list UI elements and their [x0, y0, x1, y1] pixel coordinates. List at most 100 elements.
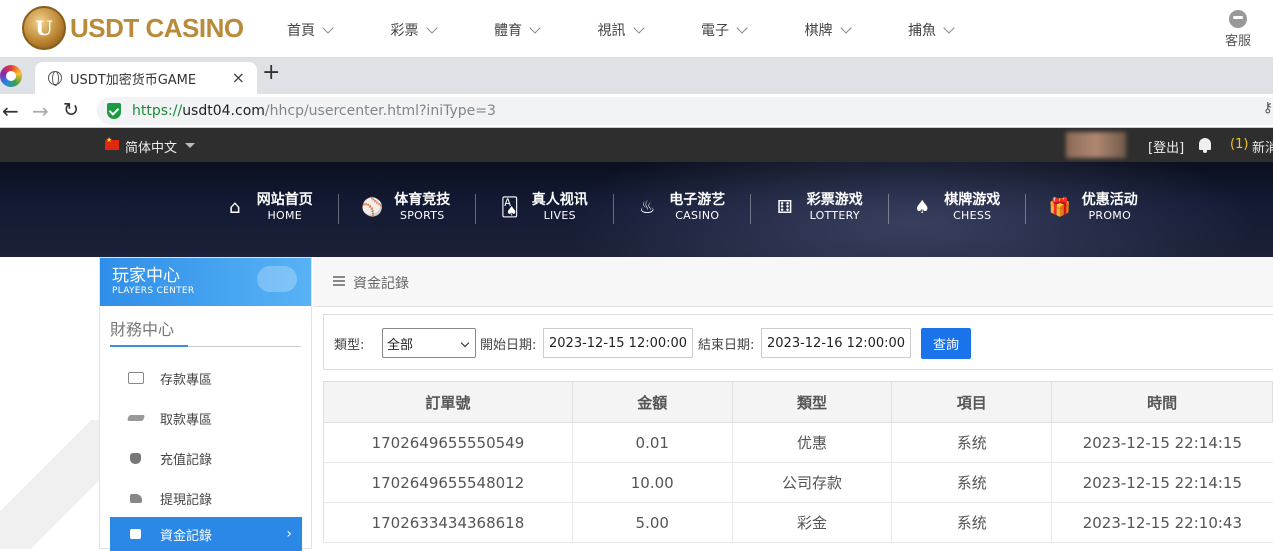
globe-icon: [48, 71, 62, 86]
slot-icon: ♨: [639, 197, 656, 218]
chat-bubble-icon: [1229, 10, 1247, 28]
player-sidebar: 玩家中心 PLAYERS CENTER 財務中心 存款專區 取款專區 充值記錄 …: [99, 257, 312, 551]
category-home[interactable]: ⌂ 网站首页 HOME: [200, 192, 338, 223]
sidebar-item-deposit[interactable]: 存款專區: [110, 361, 302, 395]
category-hero: ⌂ 网站首页 HOME ⚾ 体育竞技 SPORTS 🂡 真人视讯 LIVES ♨ 电子…: [0, 162, 1273, 257]
home-icon: ⌂: [229, 197, 241, 218]
card-icon: [128, 372, 144, 384]
lottery-balls-icon: ⚅: [776, 197, 793, 218]
bell-icon[interactable]: [1199, 138, 1211, 153]
menu-item-home[interactable]: 首頁: [287, 20, 391, 40]
sidebar-header: 玩家中心 PLAYERS CENTER: [100, 258, 311, 306]
username-blurred: [1066, 132, 1126, 158]
china-flag-icon: [105, 136, 119, 150]
gamepad-icon: [257, 266, 297, 292]
type-select[interactable]: 全部: [382, 328, 476, 358]
chevron-right-icon: ›: [286, 526, 292, 542]
forward-arrow-icon[interactable]: →: [32, 99, 49, 123]
menu-item-fishing[interactable]: 捕魚: [908, 20, 1012, 40]
order-number: 1702633434368618: [323, 502, 573, 543]
language-selector[interactable]: 简体中文: [125, 137, 177, 156]
record-time: 2023-12-15 22:14:15: [1051, 462, 1273, 503]
sidebar-item-fund-records[interactable]: 資金記錄 ›: [110, 517, 302, 551]
record-type: 彩金: [731, 502, 892, 543]
chevron-down-icon: [460, 338, 470, 348]
chevron-down-icon: [736, 22, 748, 34]
tab-title: USDT加密货币GAME: [70, 72, 197, 88]
chevron-down-icon: [632, 22, 645, 34]
menu-item-lottery[interactable]: 彩票: [391, 20, 495, 40]
col-type: 類型: [731, 381, 893, 423]
new-message-link[interactable]: 新消息: [1252, 137, 1273, 156]
message-count[interactable]: (1): [1230, 137, 1248, 152]
user-strip: 简体中文 [登出] (1) 新消息: [0, 128, 1273, 162]
record-item: 系统: [891, 422, 1052, 463]
browser-logo-icon[interactable]: [0, 65, 22, 87]
reload-icon[interactable]: ↻: [63, 99, 79, 121]
url-field[interactable]: https://usdt04.com/hhcp/usercenter.html?…: [97, 97, 1273, 125]
menu-item-electronic[interactable]: 電子: [701, 20, 805, 40]
panel-title: 資金記錄: [353, 276, 409, 292]
site-logo[interactable]: U USDT CASINO: [22, 6, 244, 50]
chevron-down-icon: [322, 22, 334, 34]
browser-tab[interactable]: USDT加密货币GAME ×: [35, 62, 257, 94]
start-date-input[interactable]: 2023-12-15 12:00:00: [543, 328, 693, 358]
cards-icon: 🂡: [500, 197, 519, 218]
record-item: 系统: [891, 502, 1052, 543]
money-bag-icon: [130, 452, 141, 464]
category-lottery[interactable]: ⚅ 彩票游戏 LOTTERY: [750, 192, 888, 224]
sidebar-section-title: 財務中心: [110, 316, 301, 347]
ball-icon: ⚾: [361, 197, 384, 218]
amount: 0.01: [571, 422, 733, 463]
record-time: 2023-12-15 22:10:43: [1051, 502, 1273, 543]
chevron-down-icon: [943, 22, 955, 34]
record-time: 2023-12-15 22:14:15: [1051, 422, 1273, 463]
logout-link[interactable]: [登出]: [1148, 137, 1184, 156]
table-header-row: 訂單號 金額 類型 項目 時間: [323, 381, 1273, 423]
category-promo[interactable]: 🎁 优惠活动 PROMO: [1025, 192, 1163, 224]
secure-shield-icon: [107, 103, 121, 119]
gift-icon: 🎁: [1048, 197, 1071, 218]
background-decoration: [0, 420, 99, 549]
start-date-label: 開始日期:: [480, 338, 537, 353]
category-lives[interactable]: 🂡 真人视讯 LIVES: [475, 192, 613, 224]
logo-text: USDT CASINO: [70, 12, 244, 43]
caret-down-icon[interactable]: [185, 143, 195, 148]
menu-icon: [333, 276, 345, 286]
amount: 5.00: [571, 502, 733, 543]
end-date-input[interactable]: 2023-12-16 12:00:00: [761, 328, 911, 358]
amount: 10.00: [571, 462, 733, 503]
order-number: 1702649655548012: [323, 462, 573, 503]
chevron-down-icon: [839, 22, 852, 34]
category-casino[interactable]: ♨ 电子游艺 CASINO: [612, 192, 751, 224]
sidebar-item-withdraw[interactable]: 取款專區: [110, 401, 302, 435]
panel-header: 資金記錄: [313, 257, 1273, 307]
sidebar-item-recharge-records[interactable]: 充值記錄: [110, 441, 302, 475]
table-row: 1702649655548012 10.00 公司存款 系统 2023-12-1…: [323, 462, 1273, 503]
logo-badge-icon: U: [22, 6, 66, 50]
menu-item-chess[interactable]: 棋牌: [805, 20, 909, 40]
sidebar-item-withdraw-records[interactable]: 提現記錄: [110, 481, 302, 515]
back-arrow-icon[interactable]: ←: [2, 99, 19, 123]
spade-icon: ♠: [914, 197, 931, 218]
cash-icon: [126, 415, 146, 421]
query-button[interactable]: 查詢: [921, 328, 971, 359]
category-nav: ⌂ 网站首页 HOME ⚾ 体育竞技 SPORTS 🂡 真人视讯 LIVES ♨ 电子…: [200, 192, 1163, 224]
col-item: 項目: [891, 381, 1053, 423]
col-order-number: 訂單號: [323, 381, 573, 423]
category-chess[interactable]: ♠ 棋牌游戏 CHESS: [887, 192, 1026, 224]
category-sports[interactable]: ⚾ 体育竞技 SPORTS: [337, 192, 476, 224]
col-amount: 金額: [571, 381, 733, 423]
record-type: 公司存款: [731, 462, 892, 503]
customer-service-button[interactable]: 客服: [1222, 8, 1254, 49]
new-tab-button[interactable]: +: [262, 60, 280, 85]
table-row: 1702633434368618 5.00 彩金 系统 2023-12-15 2…: [323, 502, 1273, 543]
menu-item-sports[interactable]: 體育: [494, 20, 598, 40]
menu-item-live[interactable]: 視訊: [598, 20, 702, 40]
fund-records-table: 訂單號 金額 類型 項目 時間 1702649655550549 0.01 优惠…: [323, 381, 1273, 543]
key-icon[interactable]: ⚷: [1263, 100, 1273, 116]
record-item: 系统: [891, 462, 1052, 503]
order-number: 1702649655550549: [323, 422, 573, 463]
close-tab-icon[interactable]: ×: [232, 68, 245, 87]
browser-address-bar: ← → ↻ https://usdt04.com/hhcp/usercenter…: [0, 94, 1273, 128]
